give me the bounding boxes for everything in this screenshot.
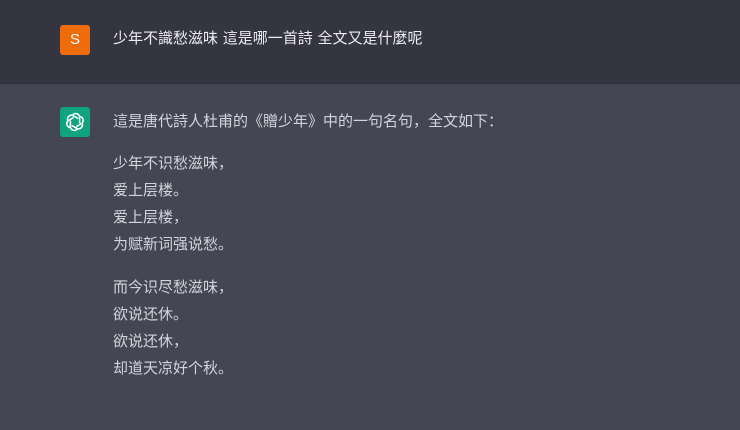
poem-line: 为赋新词强说愁。 bbox=[113, 235, 234, 253]
poem-line: 欲说还休， bbox=[113, 332, 189, 350]
assistant-avatar bbox=[60, 107, 90, 137]
assistant-message: 這是唐代詩人杜甫的《贈少年》中的一句名句，全文如下： 少年不识愁滋味， 爱上层楼… bbox=[113, 110, 503, 382]
user-message-text: 少年不識愁滋味 這是哪一首詩 全文又是什麼呢 bbox=[113, 29, 423, 47]
poem-line: 却道天凉好个秋。 bbox=[113, 359, 234, 377]
openai-logo-icon bbox=[66, 112, 84, 132]
poem-line: 欲说还休。 bbox=[113, 305, 189, 323]
user-message-row: S 少年不識愁滋味 這是哪一首詩 全文又是什麼呢 bbox=[0, 0, 740, 84]
poem-line: 爱上层楼。 bbox=[113, 181, 189, 199]
poem-line: 少年不识愁滋味， bbox=[113, 154, 234, 172]
poem-stanza: 少年不识愁滋味， 爱上层楼。 爱上层楼， 为赋新词强说愁。 bbox=[113, 150, 503, 258]
poem-line: 而今识尽愁滋味， bbox=[113, 278, 234, 296]
user-avatar: S bbox=[60, 25, 90, 55]
poem-line: 爱上层楼， bbox=[113, 208, 189, 226]
poem-stanza: 而今识尽愁滋味， 欲说还休。 欲说还休， 却道天凉好个秋。 bbox=[113, 274, 503, 382]
assistant-intro-text: 這是唐代詩人杜甫的《贈少年》中的一句名句，全文如下： bbox=[113, 112, 504, 130]
assistant-message-row: 這是唐代詩人杜甫的《贈少年》中的一句名句，全文如下： 少年不识愁滋味， 爱上层楼… bbox=[0, 84, 740, 430]
